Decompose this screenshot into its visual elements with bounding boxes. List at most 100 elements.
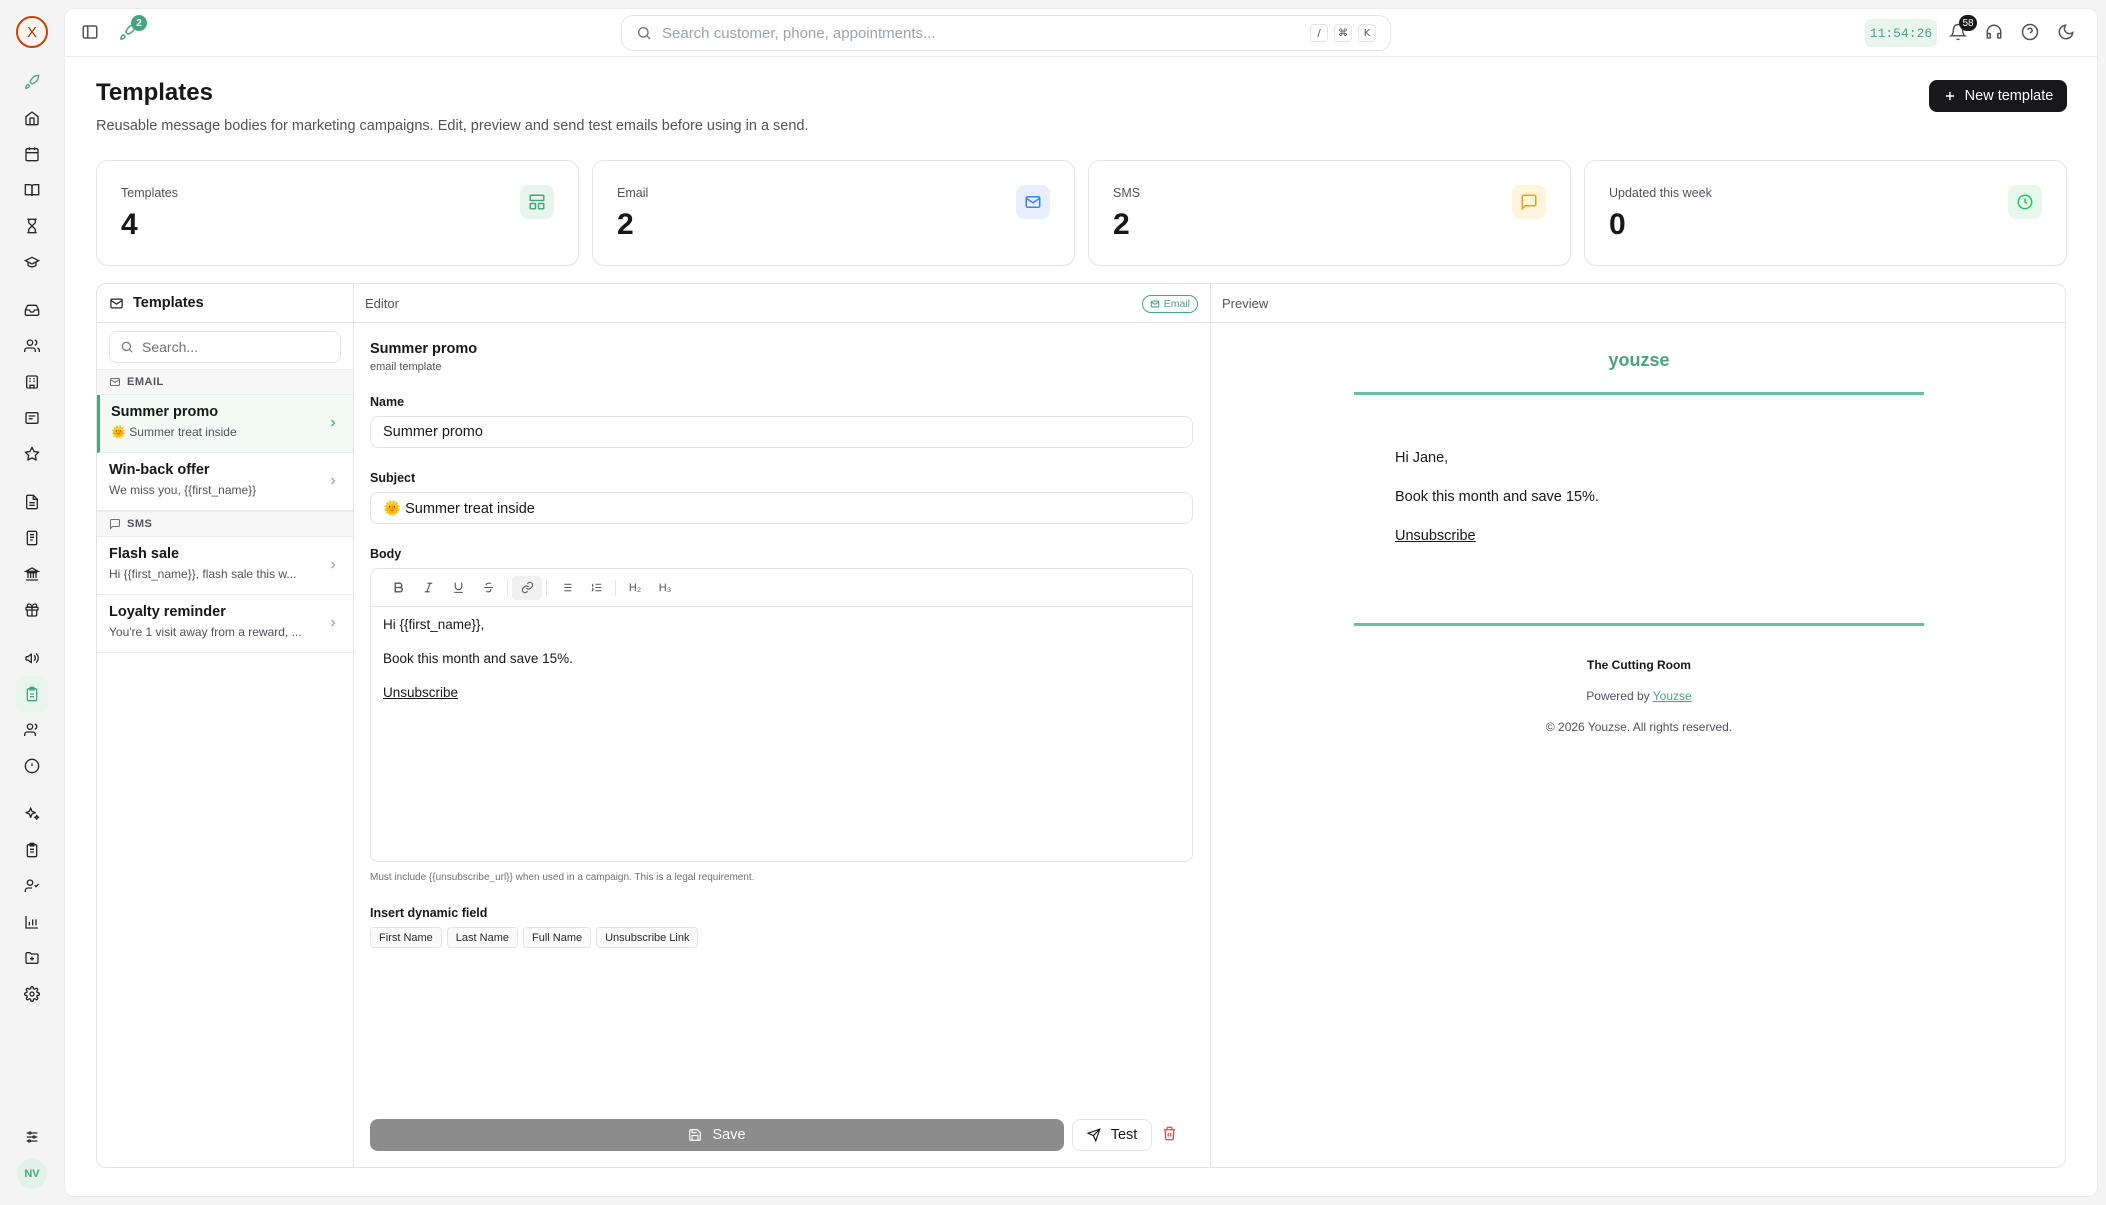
- subject-field[interactable]: 🌞 Summer treat inside: [370, 492, 1193, 524]
- search-input[interactable]: Search customer, phone, appointments...: [662, 25, 1304, 42]
- body-editor[interactable]: H₂ H₃ Hi {{first_name}}, Book this month…: [370, 568, 1193, 862]
- sidebar-item-reports[interactable]: [16, 904, 48, 940]
- insert-first-name-button[interactable]: First Name: [370, 927, 442, 948]
- inbox-icon: [24, 304, 40, 316]
- app-logo[interactable]: X: [16, 16, 48, 48]
- save-label: Save: [712, 1127, 746, 1143]
- megaphone-icon: [25, 652, 39, 664]
- underline-icon: [453, 582, 463, 593]
- sidebar-item-tasks[interactable]: [16, 832, 48, 868]
- strikethrough-button[interactable]: [473, 576, 503, 600]
- dynamic-field-label: Insert dynamic field: [370, 906, 488, 920]
- message-icon: [110, 519, 120, 530]
- sidebar-item-automations[interactable]: [16, 796, 48, 832]
- ordered-list-button[interactable]: [581, 576, 611, 600]
- list-item[interactable]: Flash sale Hi {{first_name}}, flash sale…: [97, 537, 353, 595]
- stat-card-sms: SMS 2: [1088, 160, 1571, 266]
- new-template-button[interactable]: New template: [1929, 80, 2067, 112]
- send-icon: [1086, 1128, 1101, 1142]
- sidebar-item-receipts[interactable]: [16, 520, 48, 556]
- list-item-title: Summer promo: [111, 404, 219, 420]
- dynamic-field-chips: First Name Last Name Full Name Unsubscri…: [370, 927, 699, 948]
- bullet-list-button[interactable]: [551, 576, 581, 600]
- template-search-input[interactable]: Search...: [109, 331, 341, 363]
- hourglass-icon: [27, 218, 37, 234]
- sidebar-item-templates[interactable]: [16, 676, 48, 712]
- italic-button[interactable]: [413, 576, 443, 600]
- sidebar: X NV: [0, 0, 64, 1205]
- preview-line: Book this month and save 15%.: [1395, 489, 1599, 505]
- sidebar-item-alerts[interactable]: [16, 748, 48, 784]
- sidebar-item-gifts[interactable]: [16, 592, 48, 628]
- help-button[interactable]: [2021, 23, 2039, 41]
- heading-3-button[interactable]: H₃: [650, 576, 680, 600]
- bar-chart-icon: [25, 916, 38, 929]
- underline-button[interactable]: [443, 576, 473, 600]
- bold-button[interactable]: [383, 576, 413, 600]
- sidebar-item-academy[interactable]: [16, 244, 48, 280]
- sidebar-item-services[interactable]: [16, 364, 48, 400]
- stat-label: Templates: [121, 186, 178, 200]
- sidebar-item-reviews[interactable]: [16, 436, 48, 472]
- sidebar-item-files[interactable]: [16, 940, 48, 976]
- save-button[interactable]: Save: [370, 1119, 1064, 1151]
- body-content[interactable]: Hi {{first_name}}, Book this month and s…: [371, 607, 1192, 727]
- sidebar-item-settings[interactable]: [16, 976, 48, 1012]
- theme-toggle-button[interactable]: [2057, 23, 2075, 41]
- name-field[interactable]: Summer promo: [370, 416, 1193, 448]
- mail-icon: [110, 378, 120, 386]
- link-icon: [521, 581, 533, 594]
- sidebar-item-staff[interactable]: [16, 868, 48, 904]
- preview-business-name: The Cutting Room: [1587, 658, 1691, 672]
- sidebar-item-campaigns[interactable]: [16, 640, 48, 676]
- sidebar-item-audiences[interactable]: [16, 712, 48, 748]
- stat-card-templates: Templates 4: [96, 160, 579, 266]
- powered-by-prefix: Powered by: [1586, 689, 1650, 703]
- template-title: Summer promo: [370, 341, 478, 357]
- list-icon: [561, 583, 571, 592]
- send-test-button[interactable]: Test: [1072, 1119, 1152, 1151]
- global-search[interactable]: Search customer, phone, appointments... …: [621, 15, 1391, 51]
- link-button[interactable]: [512, 575, 542, 600]
- preview-unsubscribe-link[interactable]: Unsubscribe: [1395, 528, 1476, 544]
- italic-icon: [424, 582, 432, 593]
- list-item-subtitle: 🌞 Summer treat inside: [111, 425, 237, 439]
- insert-last-name-button[interactable]: Last Name: [446, 927, 518, 948]
- sidebar-item-book[interactable]: [16, 172, 48, 208]
- toggle-sidebar-button[interactable]: [81, 23, 99, 41]
- list-item[interactable]: Loyalty reminder You're 1 visit away fro…: [97, 595, 353, 653]
- sidebar-item-clients[interactable]: [16, 328, 48, 364]
- sidebar-item-calendar[interactable]: [16, 136, 48, 172]
- list-item[interactable]: Summer promo 🌞 Summer treat inside: [97, 395, 353, 453]
- editor-panel: Editor Email Summer promo email template…: [354, 284, 1211, 1167]
- stat-label: Updated this week: [1609, 186, 1712, 200]
- insert-full-name-button[interactable]: Full Name: [522, 927, 592, 948]
- sidebar-item-gift-cards[interactable]: [16, 400, 48, 436]
- sidebar-item-invoices[interactable]: [16, 484, 48, 520]
- users-group-icon: [24, 723, 38, 736]
- home-icon: [25, 111, 39, 126]
- sidebar-item-home[interactable]: [16, 100, 48, 136]
- heading-2-button[interactable]: H₂: [620, 576, 650, 600]
- delete-button[interactable]: [1162, 1126, 1177, 1141]
- sidebar-item-banking[interactable]: [16, 556, 48, 592]
- onboarding-badge: 2: [131, 15, 147, 31]
- sidebar-item-getting-started[interactable]: [16, 64, 48, 100]
- sidebar-item-waitlist[interactable]: [16, 208, 48, 244]
- list-item[interactable]: Win-back offer We miss you, {{first_name…: [97, 453, 353, 511]
- template-list-panel: Templates Search... EMAIL Summer promo 🌞…: [97, 284, 354, 1167]
- sidebar-item-inbox[interactable]: [16, 292, 48, 328]
- insert-unsubscribe-link-button[interactable]: Unsubscribe Link: [596, 927, 699, 948]
- preview-header-label: Preview: [1222, 295, 1269, 311]
- card-icon: [25, 412, 39, 424]
- toolbar-divider: [546, 579, 547, 596]
- templates-workspace: Templates Search... EMAIL Summer promo 🌞…: [96, 283, 2066, 1168]
- bold-icon: [394, 582, 403, 593]
- body-unsubscribe-link[interactable]: Unsubscribe: [383, 684, 1180, 702]
- powered-by-link[interactable]: Youzse: [1653, 689, 1692, 703]
- channel-badge: Email: [1141, 295, 1198, 313]
- avatar[interactable]: NV: [17, 1159, 47, 1189]
- support-button[interactable]: [1985, 23, 2003, 41]
- sidebar-preferences[interactable]: [24, 1129, 40, 1145]
- sidebar-nav: [16, 64, 48, 1012]
